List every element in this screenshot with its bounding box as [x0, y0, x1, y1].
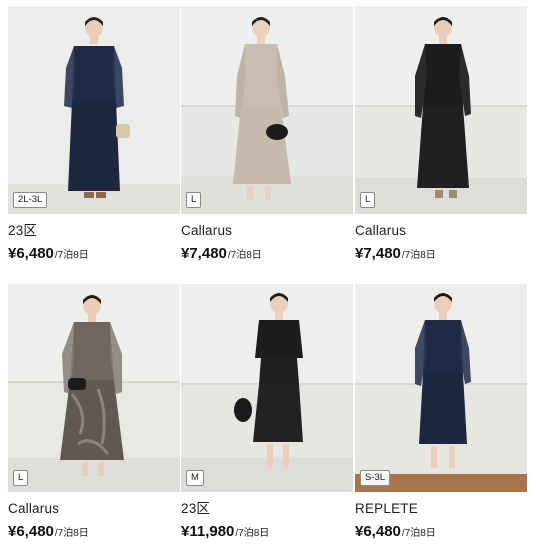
product-image[interactable]: S-3L [355, 284, 527, 492]
rental-period: /7泊8日 [401, 250, 436, 261]
rental-period: /7泊8日 [235, 528, 270, 539]
product-photo-black-cape-dress [181, 284, 353, 492]
product-image[interactable]: L [8, 284, 180, 492]
size-badge: M [186, 470, 204, 486]
product-photo-beige-lace-dress [181, 6, 353, 214]
price: ¥6,480 [355, 523, 401, 540]
rental-period: /7泊8日 [54, 250, 89, 261]
rental-period: /7泊8日 [54, 528, 89, 539]
product-image[interactable]: L [181, 6, 353, 214]
price-line: ¥6,480/7泊8日 [8, 523, 180, 543]
product-card[interactable]: L Callarus ¥6,480/7泊8日 [8, 284, 180, 543]
size-badge: S-3L [360, 470, 391, 486]
price-line: ¥11,980/7泊8日 [181, 523, 353, 543]
brand-name[interactable]: Callarus [355, 223, 527, 239]
product-card[interactable]: M 23区 ¥11,980/7泊8日 [181, 284, 353, 543]
product-card[interactable]: S-3L REPLETE ¥6,480/7泊8日 [355, 284, 527, 543]
product-image[interactable]: L [355, 6, 527, 214]
product-photo-black-vest-dress [355, 6, 527, 214]
price-line: ¥7,480/7泊8日 [355, 245, 527, 265]
price: ¥6,480 [8, 523, 54, 540]
price-line: ¥6,480/7泊8日 [8, 245, 180, 265]
brand-name[interactable]: 23区 [181, 501, 353, 517]
brand-name[interactable]: 23区 [8, 223, 180, 239]
product-image[interactable]: M [181, 284, 353, 492]
price: ¥7,480 [181, 245, 227, 262]
size-badge: L [186, 192, 202, 208]
price-line: ¥7,480/7泊8日 [181, 245, 353, 265]
product-image[interactable]: 2L-3L [8, 6, 180, 214]
product-card[interactable]: L Callarus ¥7,480/7泊8日 [355, 6, 527, 265]
product-photo-gray-floral-dress [8, 284, 180, 492]
price: ¥7,480 [355, 245, 401, 262]
price: ¥6,480 [8, 245, 54, 262]
brand-name[interactable]: Callarus [181, 223, 353, 239]
price-line: ¥6,480/7泊8日 [355, 523, 527, 543]
product-photo-navy-lace-sleeve-dress [355, 284, 527, 492]
size-badge: L [360, 192, 376, 208]
size-badge: L [13, 470, 29, 486]
product-photo-navy-lace-dress [8, 6, 180, 214]
product-card[interactable]: 2L-3L 23区 ¥6,480/7泊8日 [8, 6, 180, 265]
product-grid: 2L-3L 23区 ¥6,480/7泊8日 L Callarus ¥7,480/… [0, 0, 536, 546]
rental-period: /7泊8日 [227, 250, 262, 261]
brand-name[interactable]: REPLETE [355, 501, 527, 517]
price: ¥11,980 [181, 523, 235, 540]
size-badge: 2L-3L [13, 192, 48, 208]
product-card[interactable]: L Callarus ¥7,480/7泊8日 [181, 6, 353, 265]
rental-period: /7泊8日 [401, 528, 436, 539]
brand-name[interactable]: Callarus [8, 501, 180, 517]
